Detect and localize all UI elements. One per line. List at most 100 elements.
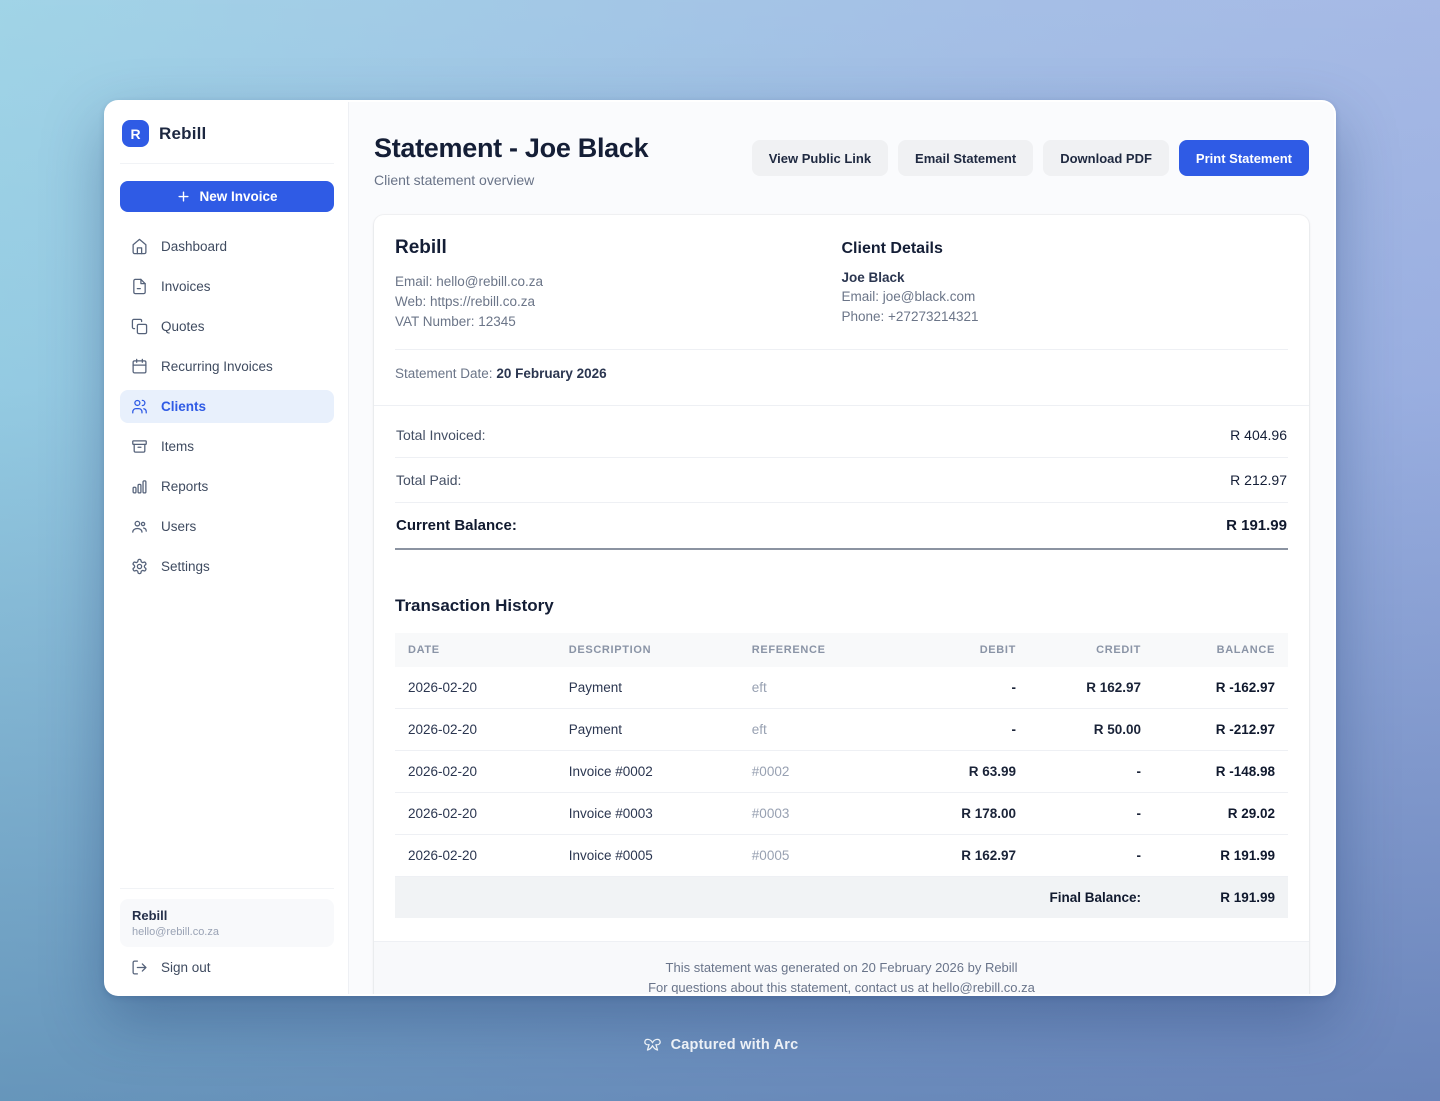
cell-credit: -	[1029, 835, 1154, 877]
footer-contact-line: For questions about this statement, cont…	[394, 978, 1289, 994]
total-paid-label: Total Paid:	[396, 472, 461, 488]
statement-date-value: 20 February 2026	[496, 366, 606, 381]
company-details: Rebill Email: hello@rebill.co.za Web: ht…	[395, 237, 842, 332]
users-icon	[131, 518, 148, 535]
total-paid-value: R 212.97	[1230, 472, 1287, 488]
sidebar-item-label: Users	[161, 519, 196, 534]
current-balance-value: R 191.99	[1226, 517, 1287, 534]
transaction-history-heading: Transaction History	[395, 596, 1288, 616]
main-content: Statement - Joe Black Client statement o…	[349, 102, 1334, 994]
cell-debit: R 178.00	[904, 793, 1029, 835]
table-row: 2026-02-20 Invoice #0005 #0005 R 162.97 …	[395, 835, 1288, 877]
sidebar-item-reports[interactable]: Reports	[120, 470, 334, 503]
cell-credit: R 162.97	[1029, 667, 1154, 709]
footer-generated-line: This statement was generated on 20 Febru…	[394, 958, 1289, 978]
transactions-table: Date Description Reference Debit Credit …	[395, 633, 1288, 918]
final-balance-row: Final Balance: R 191.99	[395, 877, 1288, 919]
archive-box-icon	[131, 438, 148, 455]
cell-date: 2026-02-20	[395, 751, 556, 793]
cell-description: Invoice #0005	[556, 835, 739, 877]
cell-description: Payment	[556, 667, 739, 709]
sidebar-item-dashboard[interactable]: Dashboard	[120, 230, 334, 263]
captured-with-arc-watermark: Captured with Arc	[0, 1036, 1440, 1054]
cell-date: 2026-02-20	[395, 835, 556, 877]
sidebar-item-users[interactable]: Users	[120, 510, 334, 543]
new-invoice-label: New Invoice	[199, 189, 277, 204]
client-email: Email: joe@black.com	[842, 287, 1289, 307]
sidebar-nav: Dashboard Invoices Quotes Recurring Invo…	[120, 230, 334, 583]
cell-balance: R -148.98	[1154, 751, 1288, 793]
cell-debit: R 162.97	[904, 835, 1029, 877]
print-statement-button[interactable]: Print Statement	[1179, 140, 1309, 176]
sidebar-item-settings[interactable]: Settings	[120, 550, 334, 583]
sidebar-item-label: Recurring Invoices	[161, 359, 273, 374]
cell-date: 2026-02-20	[395, 709, 556, 751]
cell-date: 2026-02-20	[395, 793, 556, 835]
total-invoiced-label: Total Invoiced:	[396, 427, 486, 443]
watermark-label: Captured with Arc	[671, 1037, 799, 1053]
col-reference: Reference	[739, 633, 904, 667]
cell-reference: #0002	[739, 751, 904, 793]
cell-credit: R 50.00	[1029, 709, 1154, 751]
transactions-section: Transaction History Date Description Ref…	[374, 572, 1309, 918]
cell-description: Invoice #0003	[556, 793, 739, 835]
page-subtitle: Client statement overview	[374, 172, 648, 188]
logout-icon	[131, 959, 148, 976]
header-actions: View Public Link Email Statement Downloa…	[752, 140, 1309, 176]
sidebar-item-label: Invoices	[161, 279, 211, 294]
total-paid-row: Total Paid: R 212.97	[395, 458, 1288, 503]
statement-footer: This statement was generated on 20 Febru…	[374, 941, 1309, 994]
current-balance-row: Current Balance: R 191.99	[395, 503, 1288, 550]
cell-balance: R 29.02	[1154, 793, 1288, 835]
page-header: Statement - Joe Black Client statement o…	[374, 133, 1309, 188]
sign-out-label: Sign out	[161, 960, 211, 975]
company-name: Rebill	[395, 237, 842, 259]
cell-balance: R 191.99	[1154, 835, 1288, 877]
sidebar-item-recurring-invoices[interactable]: Recurring Invoices	[120, 350, 334, 383]
cell-debit: -	[904, 709, 1029, 751]
company-email: Email: hello@rebill.co.za	[395, 272, 842, 292]
final-balance-value: R 191.99	[1154, 877, 1288, 919]
email-statement-button[interactable]: Email Statement	[898, 140, 1033, 176]
sidebar-item-quotes[interactable]: Quotes	[120, 310, 334, 343]
cell-balance: R -212.97	[1154, 709, 1288, 751]
app-window: R Rebill New Invoice Dashboard Invoices	[104, 100, 1336, 996]
sign-out-button[interactable]: Sign out	[120, 947, 334, 980]
new-invoice-button[interactable]: New Invoice	[120, 181, 334, 212]
arc-logo-icon	[642, 1036, 663, 1054]
download-pdf-button[interactable]: Download PDF	[1043, 140, 1169, 176]
account-email: hello@rebill.co.za	[132, 926, 322, 938]
brand-name: Rebill	[159, 124, 207, 144]
total-invoiced-row: Total Invoiced: R 404.96	[395, 413, 1288, 458]
sidebar-item-items[interactable]: Items	[120, 430, 334, 463]
col-balance: Balance	[1154, 633, 1288, 667]
cell-debit: -	[904, 667, 1029, 709]
brand-logo: R	[122, 120, 149, 147]
cell-reference: #0005	[739, 835, 904, 877]
cell-description: Invoice #0002	[556, 751, 739, 793]
sidebar-item-label: Items	[161, 439, 194, 454]
view-public-link-button[interactable]: View Public Link	[752, 140, 888, 176]
totals-section: Total Invoiced: R 404.96 Total Paid: R 2…	[374, 406, 1309, 572]
statement-date: Statement Date: 20 February 2026	[395, 366, 1288, 381]
client-name: Joe Black	[842, 270, 1289, 285]
sidebar: R Rebill New Invoice Dashboard Invoices	[106, 102, 349, 994]
gear-icon	[131, 558, 148, 575]
clients-group-icon	[131, 398, 148, 415]
cell-reference: #0003	[739, 793, 904, 835]
cell-credit: -	[1029, 751, 1154, 793]
sidebar-item-clients[interactable]: Clients	[120, 390, 334, 423]
copy-icon	[131, 318, 148, 335]
sidebar-item-label: Reports	[161, 479, 208, 494]
cell-description: Payment	[556, 709, 739, 751]
sidebar-item-label: Settings	[161, 559, 210, 574]
cell-date: 2026-02-20	[395, 667, 556, 709]
col-credit: Credit	[1029, 633, 1154, 667]
table-row: 2026-02-20 Payment eft - R 162.97 R -162…	[395, 667, 1288, 709]
sidebar-item-invoices[interactable]: Invoices	[120, 270, 334, 303]
account-section: Rebill hello@rebill.co.za	[120, 888, 334, 947]
home-icon	[131, 238, 148, 255]
company-vat: VAT Number: 12345	[395, 312, 842, 332]
sidebar-item-label: Quotes	[161, 319, 205, 334]
cell-debit: R 63.99	[904, 751, 1029, 793]
